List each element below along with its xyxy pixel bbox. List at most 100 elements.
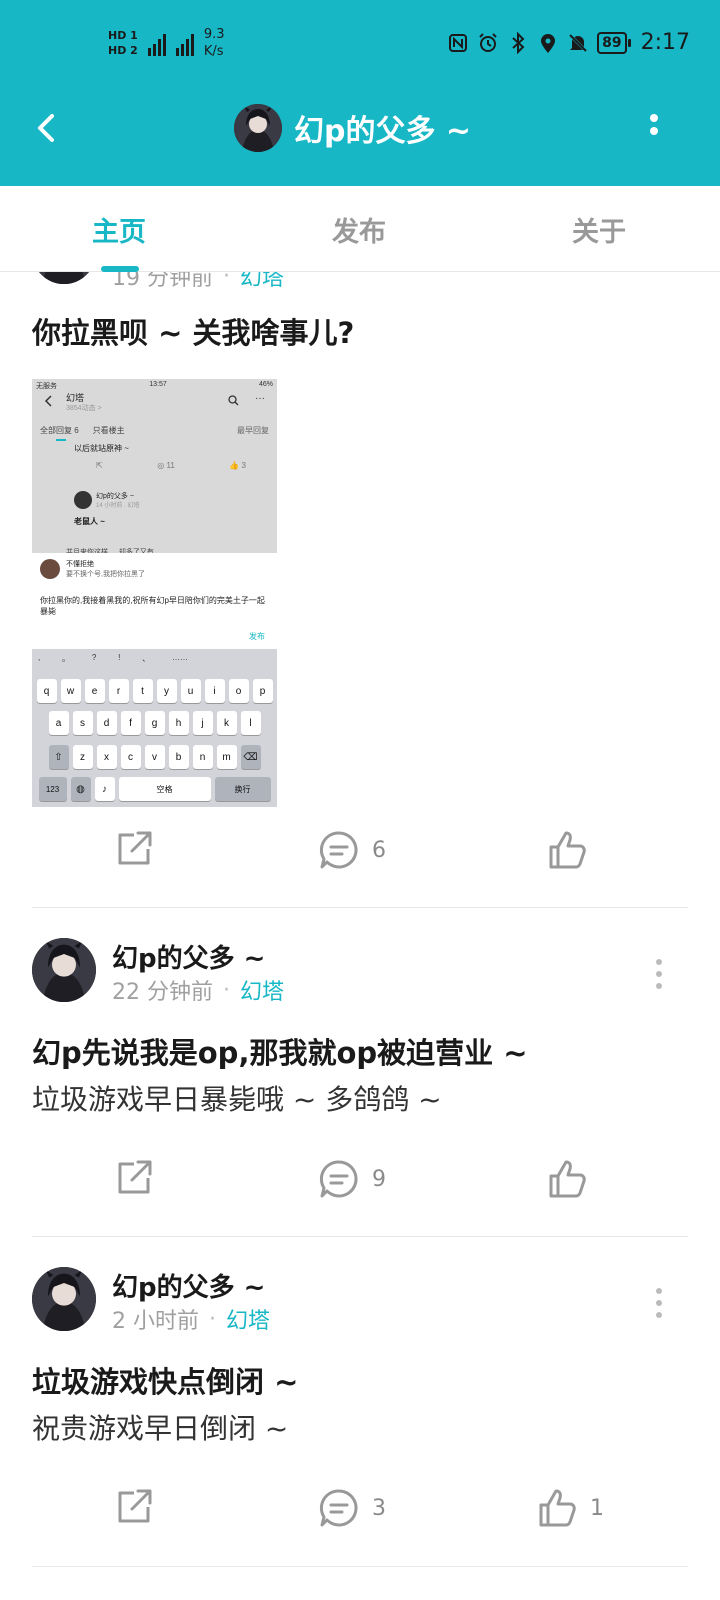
location-icon: [537, 32, 559, 54]
feed[interactable]: 19 分钟前 · 幻塔 你拉黑呗 ~ 关我啥事儿? 无服务 13:57 46% …: [0, 272, 720, 1600]
nav-bar: 幻p的父多 ~: [0, 96, 720, 162]
avatar: [40, 559, 60, 579]
keyboard-key: w: [60, 679, 81, 703]
tab-publish[interactable]: 发布: [332, 210, 386, 249]
like-icon: 👍 3: [229, 461, 246, 470]
comment-count: 6: [372, 837, 386, 863]
like-button[interactable]: [546, 829, 600, 871]
share-icon: ⇱: [96, 461, 103, 470]
separator-dot: ·: [209, 1306, 216, 1332]
keyboard-key: h: [168, 711, 189, 735]
keyboard-key: p: [252, 679, 273, 703]
shift-key: ⇧: [48, 745, 69, 769]
keyboard-key: c: [120, 745, 141, 769]
tab-about[interactable]: 关于: [572, 210, 626, 249]
post-meta: 22 分钟前 · 幻塔: [112, 974, 284, 1006]
keyboard-key: s: [72, 711, 93, 735]
battery-indicator: 89: [597, 31, 632, 54]
comment-button[interactable]: 3: [318, 1487, 386, 1529]
tab-indicator: [101, 266, 139, 272]
post-card[interactable]: 幻p的父多 ~ 22 分钟前 · 幻塔 幻p先说我是op,那我就op被迫营业 ~…: [0, 908, 720, 1237]
alarm-icon: [477, 32, 499, 54]
post-actions: 3 1: [0, 1481, 720, 1541]
mic-icon: ♪: [94, 777, 115, 801]
post-options-button[interactable]: [652, 1285, 666, 1321]
post-time: 22 分钟前: [112, 980, 213, 1005]
comment-icon: [319, 1489, 358, 1527]
avatar: [234, 104, 282, 152]
post-image[interactable]: 无服务 13:57 46% 幻塔 3854动态 > ··· 全部回复 6 只看楼…: [32, 379, 277, 807]
post-card[interactable]: 19 分钟前 · 幻塔 你拉黑呗 ~ 关我啥事儿? 无服务 13:57 46% …: [0, 272, 720, 908]
comment-icon: [319, 1160, 358, 1198]
share-button[interactable]: [114, 1158, 154, 1198]
share-icon: [118, 1160, 152, 1194]
share-icon: [118, 831, 152, 865]
share-button[interactable]: [114, 1487, 154, 1527]
keyboard-key: z: [72, 745, 93, 769]
keyboard-key: o: [228, 679, 249, 703]
delete-key: ⌫: [240, 745, 261, 769]
keyboard-key: y: [156, 679, 177, 703]
keyboard-key: u: [180, 679, 201, 703]
post-tag[interactable]: 幻塔: [240, 272, 284, 292]
tab-home[interactable]: 主页: [92, 210, 146, 249]
keyboard-key: x: [96, 745, 117, 769]
keyboard-key: q: [36, 679, 57, 703]
post-time: 19 分钟前: [112, 272, 213, 291]
comment-count: 3: [372, 1495, 386, 1521]
post-title: 垃圾游戏快点倒闭 ~: [32, 1365, 299, 1399]
keyboard: , 。?! 、 …… qwertyuiop asdfghjkl ⇧ zxcvbnm ⌫…: [32, 649, 277, 807]
signal-5g-icon: [147, 30, 166, 56]
avatar[interactable]: [32, 938, 96, 1002]
keyboard-punct: ……: [171, 653, 188, 662]
globe-icon: ◍: [70, 777, 91, 801]
post-options-button[interactable]: [652, 956, 666, 992]
post-body: 垃圾游戏早日暴毙哦 ~ 多鸽鸽 ~: [32, 1083, 442, 1116]
back-button[interactable]: [28, 108, 68, 148]
search-icon: [228, 395, 239, 406]
avatar: [74, 491, 92, 509]
keyboard-key: v: [144, 745, 165, 769]
keyboard-key: a: [48, 711, 69, 735]
like-button[interactable]: 1: [536, 1487, 604, 1529]
post-card[interactable]: 幻p的父多 ~ 2 小时前 · 幻塔 垃圾游戏快点倒闭 ~ 祝贵游戏早日倒闭 ~…: [0, 1237, 720, 1567]
divider: [32, 1566, 688, 1567]
post-actions: 9: [0, 1152, 720, 1212]
avatar[interactable]: [32, 272, 96, 284]
keyboard-key: n: [192, 745, 213, 769]
keyboard-punct: 。: [62, 654, 71, 663]
mute-icon: [567, 32, 589, 54]
page-title: 幻p的父多 ~: [294, 114, 472, 149]
post-tag[interactable]: 幻塔: [240, 974, 284, 1006]
hd2-badge: HD 2: [108, 44, 138, 57]
keyboard-key: g: [144, 711, 165, 735]
comment-button[interactable]: 9: [318, 1158, 386, 1200]
separator-dot: ·: [223, 977, 230, 1003]
post-tag[interactable]: 幻塔: [226, 1303, 270, 1335]
post-actions: 6: [0, 823, 720, 883]
profile-title[interactable]: 幻p的父多 ~: [234, 104, 471, 152]
thumbs-up-icon: [539, 1489, 576, 1527]
post-title: 幻p先说我是op,那我就op被迫营业 ~: [32, 1036, 528, 1070]
keyboard-key: j: [192, 711, 213, 735]
comment-button[interactable]: 6: [318, 829, 386, 871]
more-menu-button[interactable]: [644, 110, 664, 150]
avatar[interactable]: [32, 1267, 96, 1331]
author-name[interactable]: 幻p的父多 ~: [112, 938, 265, 975]
keyboard-punct: ,: [38, 653, 41, 662]
comment-icon: ◎ 11: [157, 461, 175, 470]
signal-4g-icon: [175, 30, 194, 56]
status-bar: HD 1 HD 2 9.3 K/s 89 2:17: [0, 20, 720, 70]
app-header: HD 1 HD 2 9.3 K/s 89 2:17 幻p的父多 ~: [0, 0, 720, 186]
keyboard-key: e: [84, 679, 105, 703]
bluetooth-icon: [507, 31, 529, 54]
like-button[interactable]: [546, 1158, 600, 1200]
more-icon: ···: [255, 393, 265, 404]
post-body: 祝贵游戏早日倒闭 ~: [32, 1412, 289, 1445]
comment-icon: [319, 831, 358, 869]
author-name[interactable]: 幻p的父多 ~: [112, 1267, 265, 1304]
share-button[interactable]: [114, 829, 154, 869]
tab-bar: 主页 发布 关于: [0, 186, 720, 272]
more-vertical-icon: [650, 114, 658, 135]
keyboard-key: m: [216, 745, 237, 769]
